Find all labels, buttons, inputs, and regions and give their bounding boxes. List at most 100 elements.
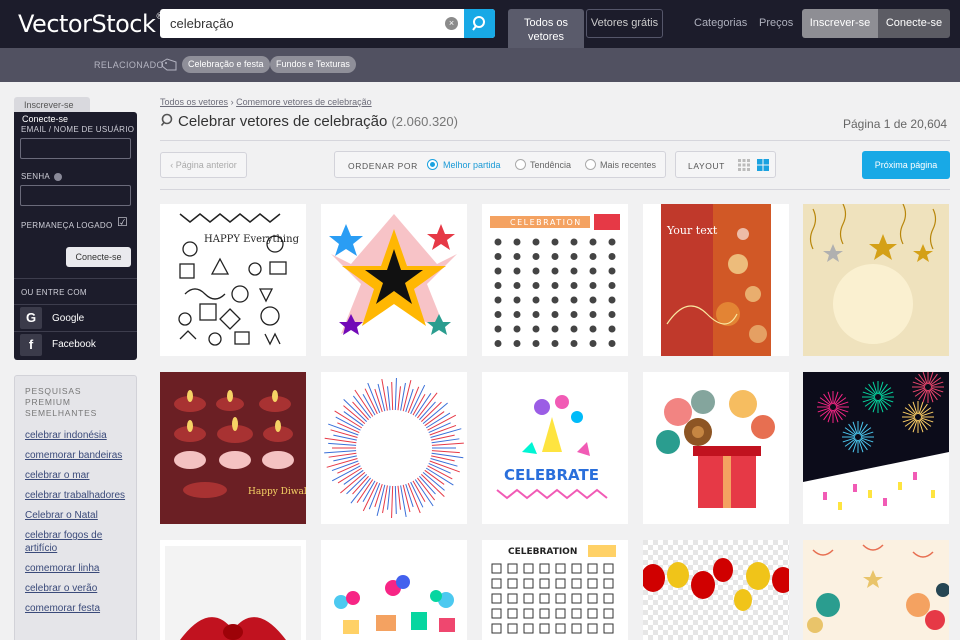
result-thumbnail-celebrate[interactable]: CELEBRATE [482,372,628,524]
premium-search-link[interactable]: comemorar bandeiras [25,449,135,462]
icon-glyph [513,340,521,347]
page-info: Página 1 de 20,604 [843,117,948,131]
icon-glyph [608,311,616,318]
icon-glyph [532,340,540,347]
remember-checkbox[interactable]: ☑ [117,215,130,229]
google-icon[interactable]: G [20,307,42,329]
logo-text: VectorStock [18,10,156,38]
result-thumbnail-balloons[interactable] [643,540,789,640]
icon-glyph [589,282,597,289]
icon-glyph [608,340,616,347]
celebration-title-text: CELEBRATION [508,547,577,557]
icon-glyph [551,282,559,289]
info-icon[interactable] [54,172,63,181]
icon-glyph [589,340,597,347]
result-thumbnail-diwali[interactable]: Happy Diwali [160,372,306,524]
sidebar-tab-signup[interactable]: Inscrever-se [14,97,90,113]
sort-control: ORDENAR POR Melhor partida Tendência Mai… [334,151,666,178]
result-thumbnail-ribbon[interactable] [160,540,306,640]
layout-control: LAYOUT [675,151,776,178]
tab-all-vectors[interactable]: Todos os vetores [508,9,584,48]
icon-glyph [589,296,597,304]
result-thumbnail-confetti-balloons[interactable] [803,540,949,640]
tab-free-vectors[interactable]: Vetores grátis [586,9,663,38]
divider [14,331,137,332]
icon-glyph [513,311,521,318]
breadcrumb-home[interactable]: Todos os vetores [160,97,228,107]
login-button[interactable]: Conecte-se [878,9,950,38]
breadcrumb-current[interactable]: Comemore vetores de celebração [236,97,372,107]
sidebar-tab-login[interactable]: Conecte-se [14,112,84,126]
grid-large-icon[interactable] [757,159,769,171]
sort-option-trending[interactable]: Tendência [530,160,571,170]
doodle-text-happy: HAPPY Everything [204,234,300,245]
sort-radio-best-match[interactable] [427,159,438,170]
top-bar: VectorStock® celebração × Todos os vetor… [0,0,960,48]
next-page-button[interactable]: Próxima página [862,151,950,179]
sort-radio-newest[interactable] [585,159,596,170]
nav-prices[interactable]: Preços [759,17,793,29]
icon-glyph [551,238,559,246]
gift-toys-illustration [643,372,789,524]
celebrate-text: CELEBRATE [504,466,599,484]
layout-label: LAYOUT [688,161,725,171]
premium-search-link[interactable]: celebrar indonésia [25,429,135,442]
result-thumbnail-red-bokeh[interactable]: Your text [643,204,789,356]
premium-search-link[interactable]: celebrar trabalhadores [25,489,135,502]
search-button[interactable] [464,9,495,38]
icon-glyph [608,282,616,289]
password-field[interactable] [20,185,131,206]
result-thumbnail-gold-confetti[interactable] [803,204,949,356]
clear-search-icon[interactable]: × [445,17,458,30]
logo[interactable]: VectorStock® [18,10,164,38]
sort-option-best-match[interactable]: Melhor partida [443,160,501,170]
premium-search-link[interactable]: celebrar fogos de artifício [25,529,135,555]
icon-glyph [570,253,578,260]
result-thumbnail-burst[interactable] [321,372,467,524]
premium-search-link[interactable]: celebrar o verão [25,582,135,595]
result-thumbnail-gift-toys[interactable] [643,372,789,524]
previous-page-button[interactable]: ‹ Página anterior [160,152,247,178]
sort-option-newest[interactable]: Mais recentes [600,160,656,170]
icon-glyph [608,325,616,333]
grid-small-icon[interactable] [738,159,750,171]
email-field[interactable] [20,138,131,159]
or-login-with-label: OU ENTRE COM [21,288,87,297]
icon-glyph [589,267,597,275]
icon-glyph [513,253,521,260]
nav-categories[interactable]: Categorias [694,17,747,29]
sidebar-login-button[interactable]: Conecte-se [66,247,131,267]
icon-glyph [532,325,540,333]
divider [14,278,137,279]
icon-glyph [532,311,540,318]
premium-search-link[interactable]: comemorar linha [25,562,135,575]
result-thumbnail-line-icons[interactable]: CELEBRATION [482,540,628,640]
facebook-icon[interactable]: f [20,334,42,356]
result-thumbnail-icons[interactable]: CELEBRATION [482,204,628,356]
icon-glyph [513,296,521,304]
balloons-illustration [643,540,789,640]
sort-radio-trending[interactable] [515,159,526,170]
password-label: SENHA [21,172,63,181]
icon-glyph [494,253,502,260]
icon-glyph [608,253,616,260]
result-thumbnail-doodles[interactable]: HAPPY Everything [160,204,306,356]
premium-search-link[interactable]: comemorar festa [25,602,135,615]
result-thumbnail-fireworks[interactable] [803,372,949,524]
result-thumbnail-stars[interactable] [321,204,467,356]
google-login[interactable]: Google [52,313,84,324]
red-bokeh-card: Your text [643,204,789,356]
signup-button[interactable]: Inscrever-se [802,9,878,38]
icon-glyph [589,325,597,333]
premium-search-link[interactable]: celebrar o mar [25,469,135,482]
search-box[interactable]: celebração × [160,9,495,38]
related-tag-celebration-party[interactable]: Celebração e festa [182,56,270,73]
doodle-illustration: HAPPY Everything [160,204,306,356]
icon-glyph [570,238,578,246]
facebook-login[interactable]: Facebook [52,339,96,350]
premium-search-link[interactable]: Celebrar o Natal [25,509,135,522]
result-thumbnail-characters[interactable] [321,540,467,640]
icon-glyph [608,238,616,246]
search-input[interactable]: celebração [170,16,234,31]
related-tag-backgrounds-textures[interactable]: Fundos e Texturas [270,56,356,73]
